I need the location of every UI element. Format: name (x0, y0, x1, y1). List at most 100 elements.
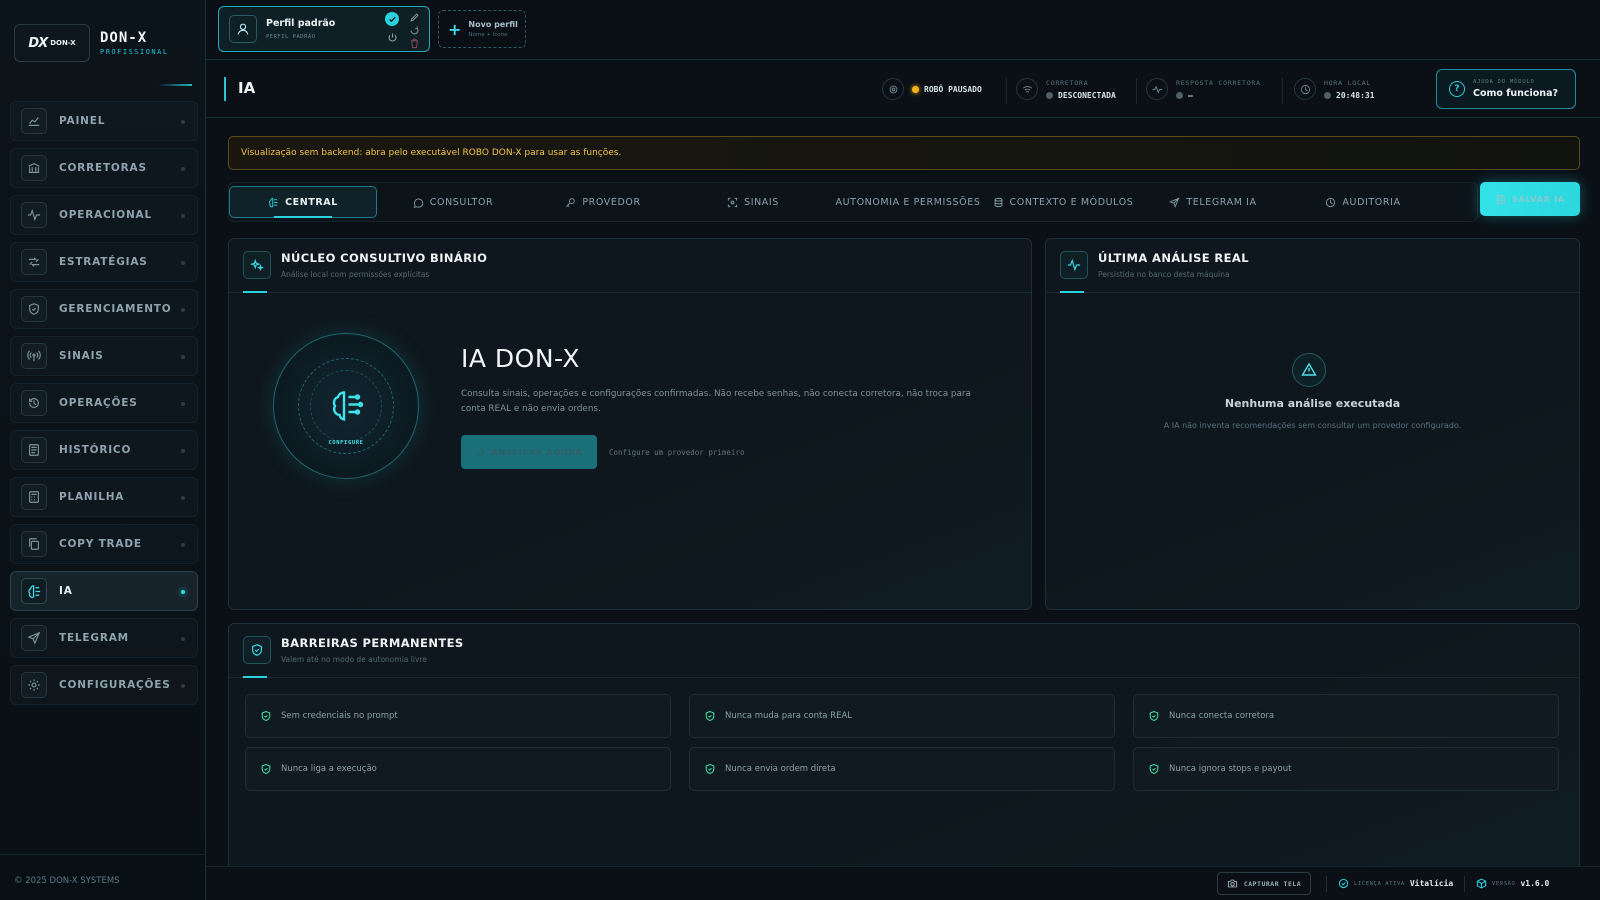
strategy-icon (21, 249, 47, 275)
sidebar-item-corretoras[interactable]: CORRETORAS (10, 148, 198, 188)
warning-icon (1292, 353, 1326, 387)
help-label: AJUDA DO MÓDULO (1473, 79, 1535, 85)
module-help-button[interactable]: ? AJUDA DO MÓDULO Como funciona? (1436, 69, 1576, 109)
check-icon[interactable] (385, 12, 399, 26)
scan-icon (727, 197, 738, 207)
accent-line (1060, 291, 1084, 293)
plus-icon: + (448, 19, 462, 39)
history-icon (21, 390, 47, 416)
sidebar-item-label: IA (59, 585, 73, 597)
shield-check-icon (705, 763, 715, 775)
panel-subtitle: Valem até no modo de autonomia livre (281, 655, 427, 664)
tab-central[interactable]: CENTRAL (229, 186, 377, 218)
refresh-icon (476, 448, 484, 456)
send-icon (21, 625, 47, 651)
new-profile-button[interactable]: + Novo perfil Nome + ícone (438, 10, 526, 48)
ai-core-orb[interactable]: CONFIGURE (273, 333, 419, 479)
tab-sinais[interactable]: SINAIS (679, 186, 827, 218)
local-time: HORA LOCAL 20:48:31 (1294, 70, 1375, 108)
panel-subtitle: Persistida no banco desta máquina (1098, 270, 1230, 279)
refresh-icon[interactable] (409, 25, 423, 36)
divider (229, 677, 1579, 678)
tab-telegram-ia[interactable]: TELEGRAM IA (1139, 186, 1287, 218)
tab-autonomia[interactable]: AUTONOMIA E PERMISSÕES (834, 186, 982, 218)
core-label: CONFIGURE (328, 440, 364, 446)
barrier-label: Sem credenciais no prompt (281, 711, 398, 721)
sidebar-item-operacoes[interactable]: OPERAÇÕES (10, 383, 198, 423)
sidebar-item-gerenciamento[interactable]: GERENCIAMENTO (10, 289, 198, 329)
status-dot (181, 590, 185, 594)
barriers-panel: BARREIRAS PERMANENTES Valem até no modo d… (228, 623, 1580, 871)
status-dot (181, 684, 185, 688)
robot-status: ROBÔ PAUSADO (882, 70, 982, 108)
brain-icon (21, 578, 47, 604)
sparkle-icon (243, 251, 271, 279)
logo-mark: DX (28, 35, 48, 51)
status-dot (181, 214, 185, 218)
sidebar-item-copy-trade[interactable]: COPY TRADE (10, 524, 198, 564)
logo: DX DON-X (14, 24, 90, 62)
tab-auditoria[interactable]: AUDITORIA (1289, 186, 1437, 218)
save-button[interactable]: SALVAR IA (1480, 182, 1580, 216)
sidebar-item-painel[interactable]: PAINEL (10, 101, 198, 141)
power-icon[interactable] (385, 30, 399, 44)
sidebar-item-label: PAINEL (59, 115, 106, 127)
sidebar-item-label: GERENCIAMENTO (59, 303, 172, 315)
empty-state-description: A IA não inventa recomendações sem consu… (1163, 421, 1462, 430)
trash-icon[interactable] (409, 38, 423, 49)
response-value: – (1188, 90, 1193, 100)
sidebar-item-operacional[interactable]: OPERACIONAL (10, 195, 198, 235)
status-dot (181, 120, 185, 124)
analyze-now-button[interactable]: ANALISAR AGORA (461, 435, 597, 469)
profile-card[interactable]: Perfil padrão PERFIL PADRÃO (218, 6, 430, 52)
title-accent (224, 77, 226, 101)
broker-status: CORRETORA DESCONECTADA (1016, 70, 1116, 108)
sidebar-item-planilha[interactable]: PLANILHA (10, 477, 198, 517)
tab-consultor[interactable]: CONSULTOR (379, 186, 527, 218)
sidebar-item-label: CONFIGURAÇÕES (59, 679, 171, 691)
copy-icon (21, 531, 47, 557)
sidebar-item-ia[interactable]: IA (10, 571, 198, 611)
divider (1006, 78, 1007, 104)
backend-warning: Visualização sem backend: abra pelo exec… (228, 136, 1580, 170)
barrier-label: Nunca muda para conta REAL (725, 711, 853, 721)
barrier-item: Nunca muda para conta REAL (689, 694, 1115, 738)
shield-check-icon (261, 763, 271, 775)
tab-contexto[interactable]: CONTEXTO E MÓDULOS (989, 186, 1137, 218)
status-footer: CAPTURAR TELA LICENÇA ATIVA Vitalícia VER… (206, 866, 1600, 900)
capture-label: CAPTURAR TELA (1243, 879, 1302, 888)
help-icon: ? (1449, 81, 1465, 97)
sidebar-item-sinais[interactable]: SINAIS (10, 336, 198, 376)
status-dot (1046, 91, 1053, 99)
sidebar-nav: PAINEL CORRETORAS OPERACIONAL ESTRATÉGIA… (10, 101, 198, 712)
license-value: Vitalícia (1409, 879, 1454, 888)
sidebar-item-label: TELEGRAM (59, 632, 129, 644)
status-dot (181, 167, 185, 171)
sidebar-item-historico[interactable]: HISTÓRICO (10, 430, 198, 470)
tab-label: PROVEDOR (582, 196, 641, 208)
broker-value: DESCONECTADA (1058, 90, 1116, 100)
sidebar-item-estrategias[interactable]: ESTRATÉGIAS (10, 242, 198, 282)
database-icon (994, 197, 1002, 207)
edit-icon[interactable] (409, 12, 423, 23)
sidebar-item-label: SINAIS (59, 350, 104, 362)
time-label: HORA LOCAL (1324, 78, 1372, 87)
status-dot (181, 637, 185, 641)
broker-label: CORRETORA (1046, 78, 1089, 87)
shield-check-icon (261, 710, 271, 722)
barrier-label: Nunca envia ordem direta (725, 764, 836, 774)
divider (1282, 78, 1283, 104)
status-dot (181, 402, 185, 406)
sidebar-item-telegram[interactable]: TELEGRAM (10, 618, 198, 658)
sidebar-item-label: OPERAÇÕES (59, 397, 138, 409)
capture-screen-button[interactable]: CAPTURAR TELA (1217, 872, 1311, 895)
sidebar-item-configuracoes[interactable]: CONFIGURAÇÕES (10, 665, 198, 705)
shield-check-icon (1149, 763, 1159, 775)
tab-provedor[interactable]: PROVEDOR (529, 186, 677, 218)
brand: DX DON-X DON-X PROFISSIONAL (14, 24, 169, 62)
shield-icon (21, 296, 47, 322)
divider (1464, 876, 1465, 892)
pulse-icon (1146, 78, 1168, 100)
ia-description: Consulta sinais, operações e configuraçõ… (461, 389, 971, 414)
panel-subtitle: Análise local com permissões explícitas (281, 270, 430, 279)
